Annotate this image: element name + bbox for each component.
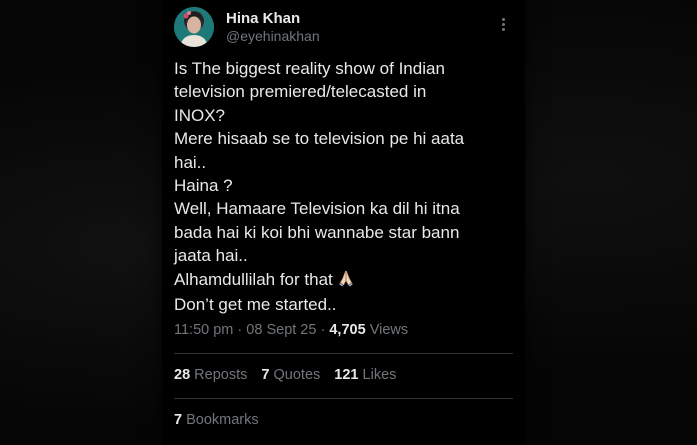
- bookmarks-label: Bookmarks: [186, 412, 259, 428]
- meta-separator: ·: [320, 322, 326, 338]
- tweet-date[interactable]: 08 Sept 25: [246, 322, 316, 338]
- reposts-count: 28: [174, 367, 191, 383]
- tweet-text-line: Alhamdullilah for that: [174, 269, 333, 289]
- likes-label: Likes: [362, 367, 397, 383]
- quotes-stat[interactable]: 7 Quotes: [261, 367, 320, 383]
- tweet-text-line: Mere hisaab se to television pe hi aata: [174, 129, 465, 149]
- tweet-text-line: hai..: [174, 152, 207, 172]
- views-count: 4,705: [329, 322, 366, 338]
- tweet-time[interactable]: 11:50 pm: [174, 322, 233, 338]
- folded-hands-icon: [337, 269, 355, 293]
- views-label: Views: [369, 322, 409, 338]
- more-vertical-icon[interactable]: [495, 14, 511, 34]
- tweet-text-line: television premiered/telecasted in: [174, 82, 427, 102]
- quotes-count: 7: [261, 367, 270, 383]
- divider: [174, 398, 513, 399]
- tweet-meta: 11:50 pm · 08 Sept 25 · 4,705 Views: [174, 322, 408, 338]
- bookmarks-stat[interactable]: 7 Bookmarks: [174, 412, 259, 428]
- reposts-label: Reposts: [194, 367, 248, 383]
- tweet-text-line: bada hai ki koi bhi wannabe star bann: [174, 222, 460, 242]
- bookmarks-count: 7: [174, 412, 183, 428]
- more-dot: [501, 17, 505, 21]
- tweet-text-line-with-emoji: Alhamdullilah for that: [174, 268, 514, 293]
- tweet-text-line: Don’t get me started..: [174, 295, 337, 315]
- tweet-text-line: Is The biggest reality show of Indian: [174, 59, 445, 78]
- likes-count: 121: [334, 367, 359, 383]
- engagement-stats: 28 Reposts 7 Quotes 121 Likes: [174, 367, 406, 383]
- author-name[interactable]: Hina Khan: [226, 10, 300, 27]
- reposts-stat[interactable]: 28 Reposts: [174, 367, 247, 383]
- tweet-text-line: Haina ?: [174, 176, 233, 196]
- more-dot: [501, 22, 505, 26]
- divider: [174, 353, 513, 354]
- more-dot: [501, 27, 505, 31]
- avatar[interactable]: [174, 7, 214, 47]
- avatar-image: [174, 7, 214, 47]
- tweet-text-line: Well, Hamaare Television ka dil hi itna: [174, 199, 460, 219]
- likes-stat[interactable]: 121 Likes: [334, 367, 396, 383]
- tweet-card: Hina Khan @eyehinakhan Is The biggest re…: [162, 0, 525, 445]
- meta-separator: ·: [237, 322, 243, 338]
- tweet-text-line: INOX?: [174, 105, 226, 125]
- tweet-text: Is The biggest reality show of Indian te…: [174, 57, 514, 316]
- tweet-text-line: jaata hai..: [174, 246, 248, 266]
- author-handle[interactable]: @eyehinakhan: [226, 28, 320, 44]
- quotes-label: Quotes: [273, 367, 321, 383]
